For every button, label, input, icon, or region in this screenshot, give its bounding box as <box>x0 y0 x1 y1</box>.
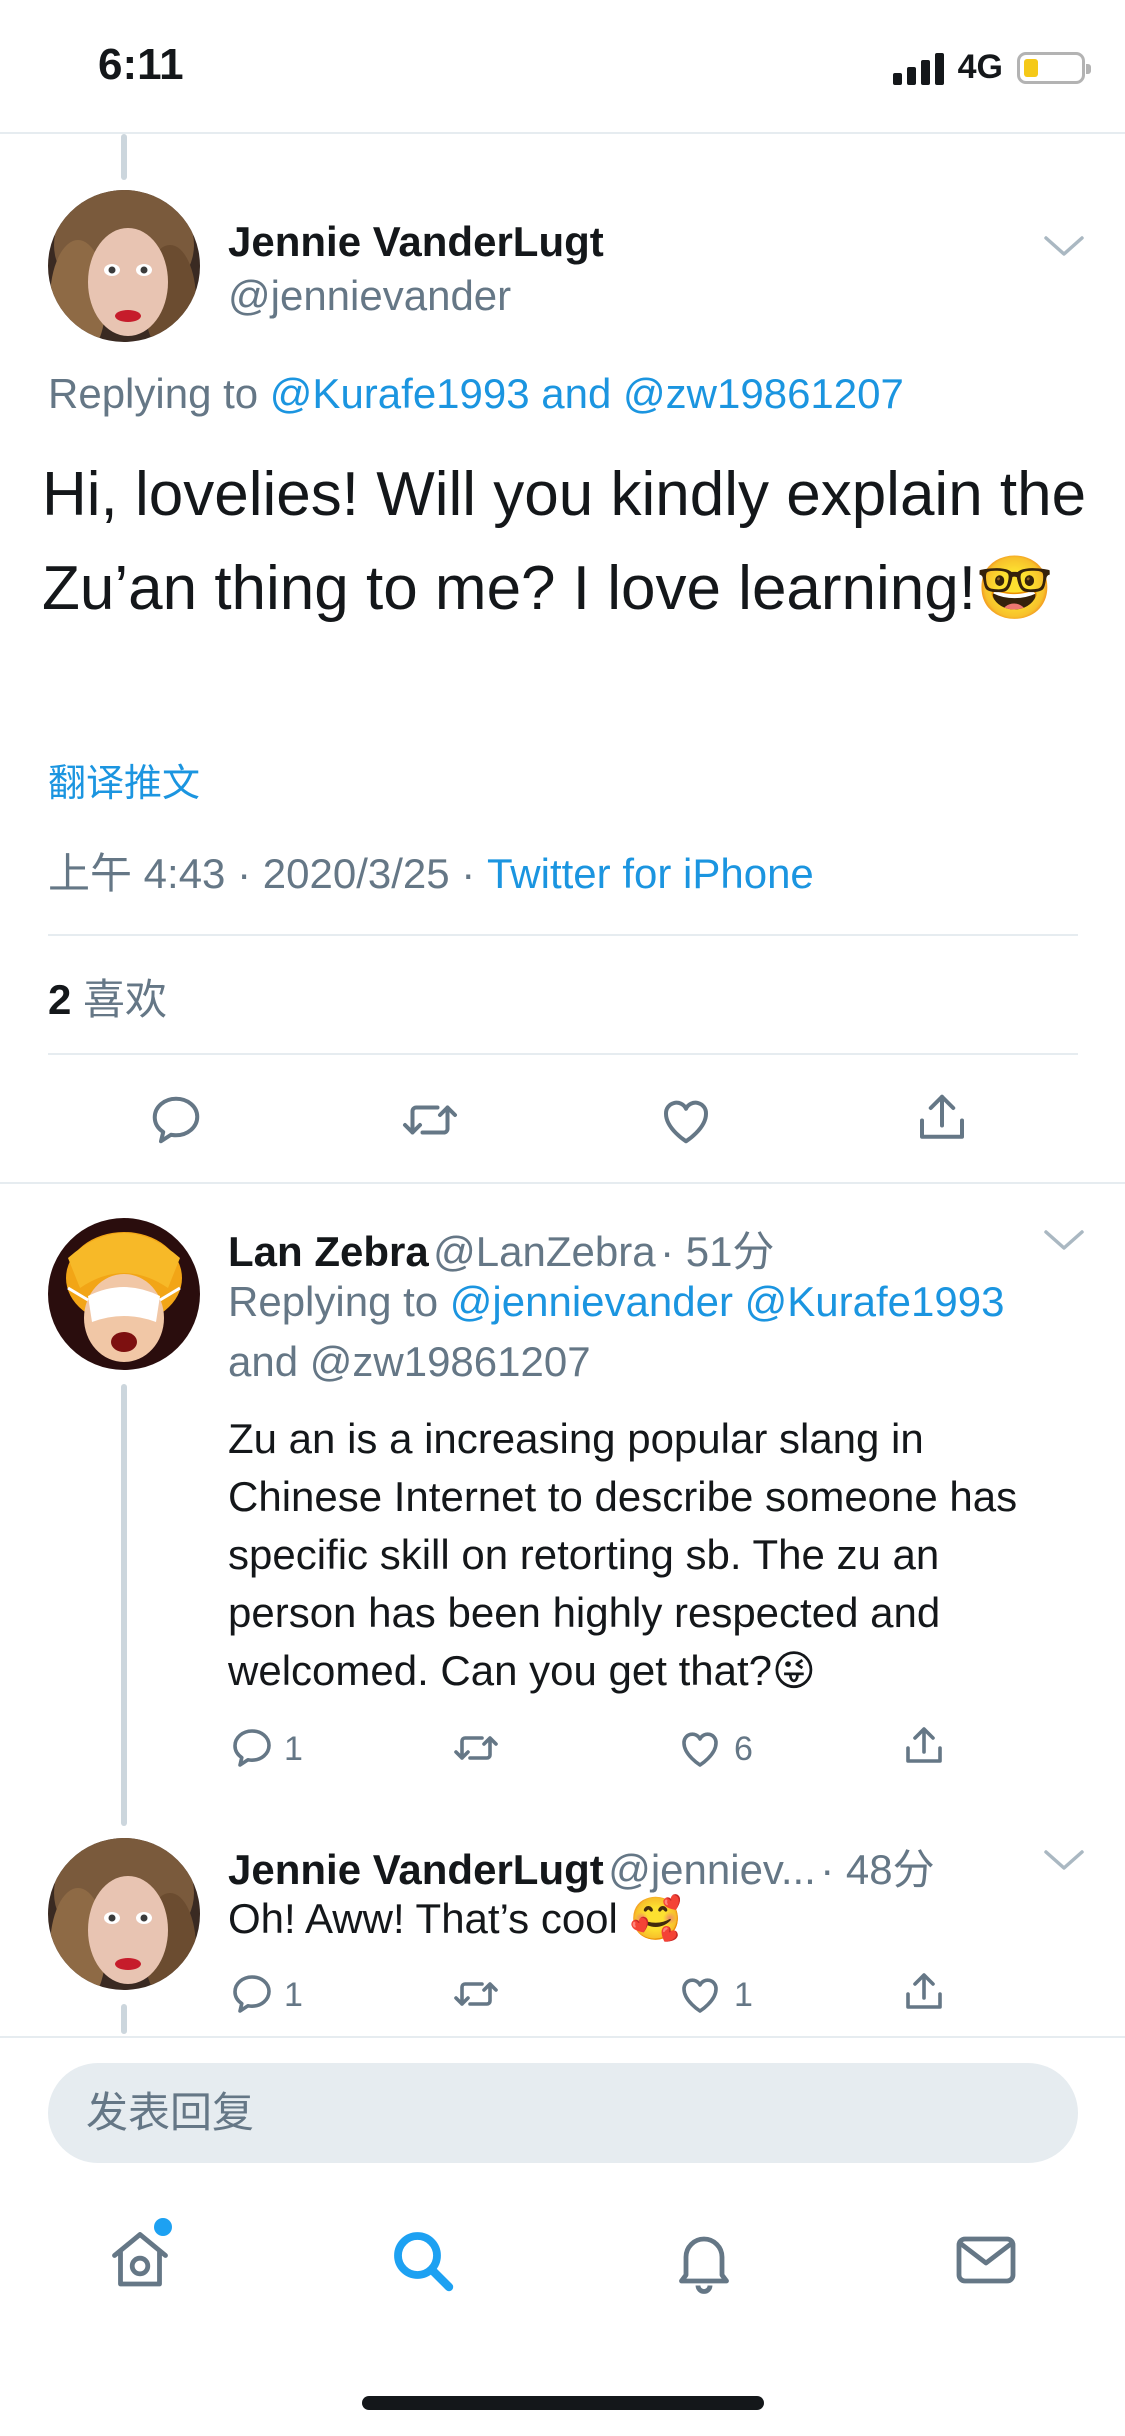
like-heart-icon[interactable] <box>676 1970 724 2018</box>
replying-to-label: Replying to <box>48 370 259 417</box>
notifications-icon <box>679 2236 729 2294</box>
tweet-meta: 上午 4:43 · 2020/3/25 · Twitter for iPhone <box>48 840 814 901</box>
notification-dot <box>154 2218 172 2236</box>
reply-author-handle[interactable]: @jenniev... <box>608 1846 816 1893</box>
translate-tweet-link[interactable]: 翻译推文 <box>48 752 200 807</box>
network-type-label: 4G <box>957 48 1003 86</box>
avatar-lan-zebra[interactable] <box>48 1218 200 1370</box>
messages-icon <box>956 2236 1016 2284</box>
reply-author-name[interactable]: Jennie VanderLugt <box>228 1846 604 1893</box>
replying-to-users[interactable]: @jennievander @Kurafe1993 <box>450 1278 1005 1325</box>
divider <box>48 934 1078 936</box>
reply-count: 1 <box>284 1976 303 2014</box>
reply-icon[interactable] <box>146 1090 206 1150</box>
like-count: 1 <box>734 1976 753 2014</box>
tweet-date: 2020/3/25 <box>262 850 450 897</box>
retweet-icon[interactable] <box>400 1090 460 1150</box>
tweet-text: Hi, lovelies! Will you kindly explain th… <box>42 460 1087 623</box>
tab-home[interactable] <box>104 2218 176 2301</box>
share-icon[interactable] <box>900 1722 948 1770</box>
reply-time: · 51分 <box>660 1228 775 1275</box>
avatar-jennie[interactable] <box>48 1838 200 1990</box>
tweet-source[interactable]: Twitter for iPhone <box>487 850 814 897</box>
reply-author-name[interactable]: Lan Zebra <box>228 1228 429 1275</box>
thread-line <box>121 2004 127 2034</box>
chevron-down-icon[interactable] <box>1042 232 1086 260</box>
share-icon[interactable] <box>900 1968 948 2016</box>
like-heart-icon[interactable] <box>676 1724 724 1772</box>
like-label: 喜欢 <box>83 976 168 1023</box>
reply-text: Zu an is a increasing popular slang in C… <box>228 1415 1018 1694</box>
reply-text: Oh! Aww! That’s cool 🥰 <box>228 1895 682 1942</box>
like-count: 6 <box>734 1730 753 1768</box>
divider <box>0 2036 1125 2038</box>
thread-line-top <box>121 134 127 180</box>
replying-to-users[interactable]: @Kurafe1993 and @zw19861207 <box>270 370 904 417</box>
meta-separator: · <box>461 850 476 897</box>
reply-time: · 48分 <box>820 1846 935 1893</box>
author-handle[interactable]: @jennievander <box>228 272 511 320</box>
replying-to-users-cont[interactable]: and @zw19861207 <box>228 1338 591 1386</box>
cellular-signal-icon <box>892 51 944 85</box>
reply-composer[interactable] <box>48 2063 1078 2163</box>
meta-separator: · <box>237 850 252 897</box>
reply-header: Lan Zebra @LanZebra · 51分 <box>228 1218 774 1279</box>
like-count: 2 <box>48 976 72 1023</box>
home-indicator <box>362 2396 764 2410</box>
chevron-down-icon[interactable] <box>1042 1846 1086 1874</box>
reply-count: 1 <box>284 1730 303 1768</box>
search-icon <box>394 2232 454 2292</box>
tab-notifications[interactable] <box>668 2224 740 2301</box>
reply-icon[interactable] <box>228 1970 276 2018</box>
status-bar: 6:11 4G <box>0 0 1125 132</box>
status-bar-divider <box>0 132 1125 134</box>
tab-messages[interactable] <box>950 2224 1022 2301</box>
reply-author-handle[interactable]: @LanZebra <box>433 1228 655 1275</box>
thread-line <box>121 1384 127 1826</box>
retweet-icon[interactable] <box>452 1970 500 2018</box>
reply-header: Jennie VanderLugt @jenniev... · 48分 <box>228 1836 935 1897</box>
chevron-down-icon[interactable] <box>1042 1226 1086 1254</box>
reply-replying-to: Replying to @jennievander @Kurafe1993 <box>228 1278 1004 1326</box>
author-name[interactable]: Jennie VanderLugt <box>228 218 604 266</box>
battery-icon <box>1017 51 1091 84</box>
divider <box>0 1182 1125 1184</box>
like-heart-icon[interactable] <box>656 1090 716 1150</box>
share-icon[interactable] <box>912 1088 972 1148</box>
status-indicators: 4G <box>892 48 1091 87</box>
divider <box>48 1053 1078 1055</box>
tab-search[interactable] <box>386 2224 458 2301</box>
avatar-jennie[interactable] <box>48 190 200 342</box>
tweet-time: 上午 4:43 <box>48 850 226 897</box>
reply-input[interactable] <box>86 2063 986 2163</box>
status-time: 6:11 <box>98 40 184 89</box>
retweet-icon[interactable] <box>452 1724 500 1772</box>
replying-to: Replying to @Kurafe1993 and @zw19861207 <box>48 370 904 418</box>
reply-icon[interactable] <box>228 1724 276 1772</box>
replying-to-label: Replying to <box>228 1278 439 1325</box>
likes-summary[interactable]: 2 喜欢 <box>48 966 167 1027</box>
